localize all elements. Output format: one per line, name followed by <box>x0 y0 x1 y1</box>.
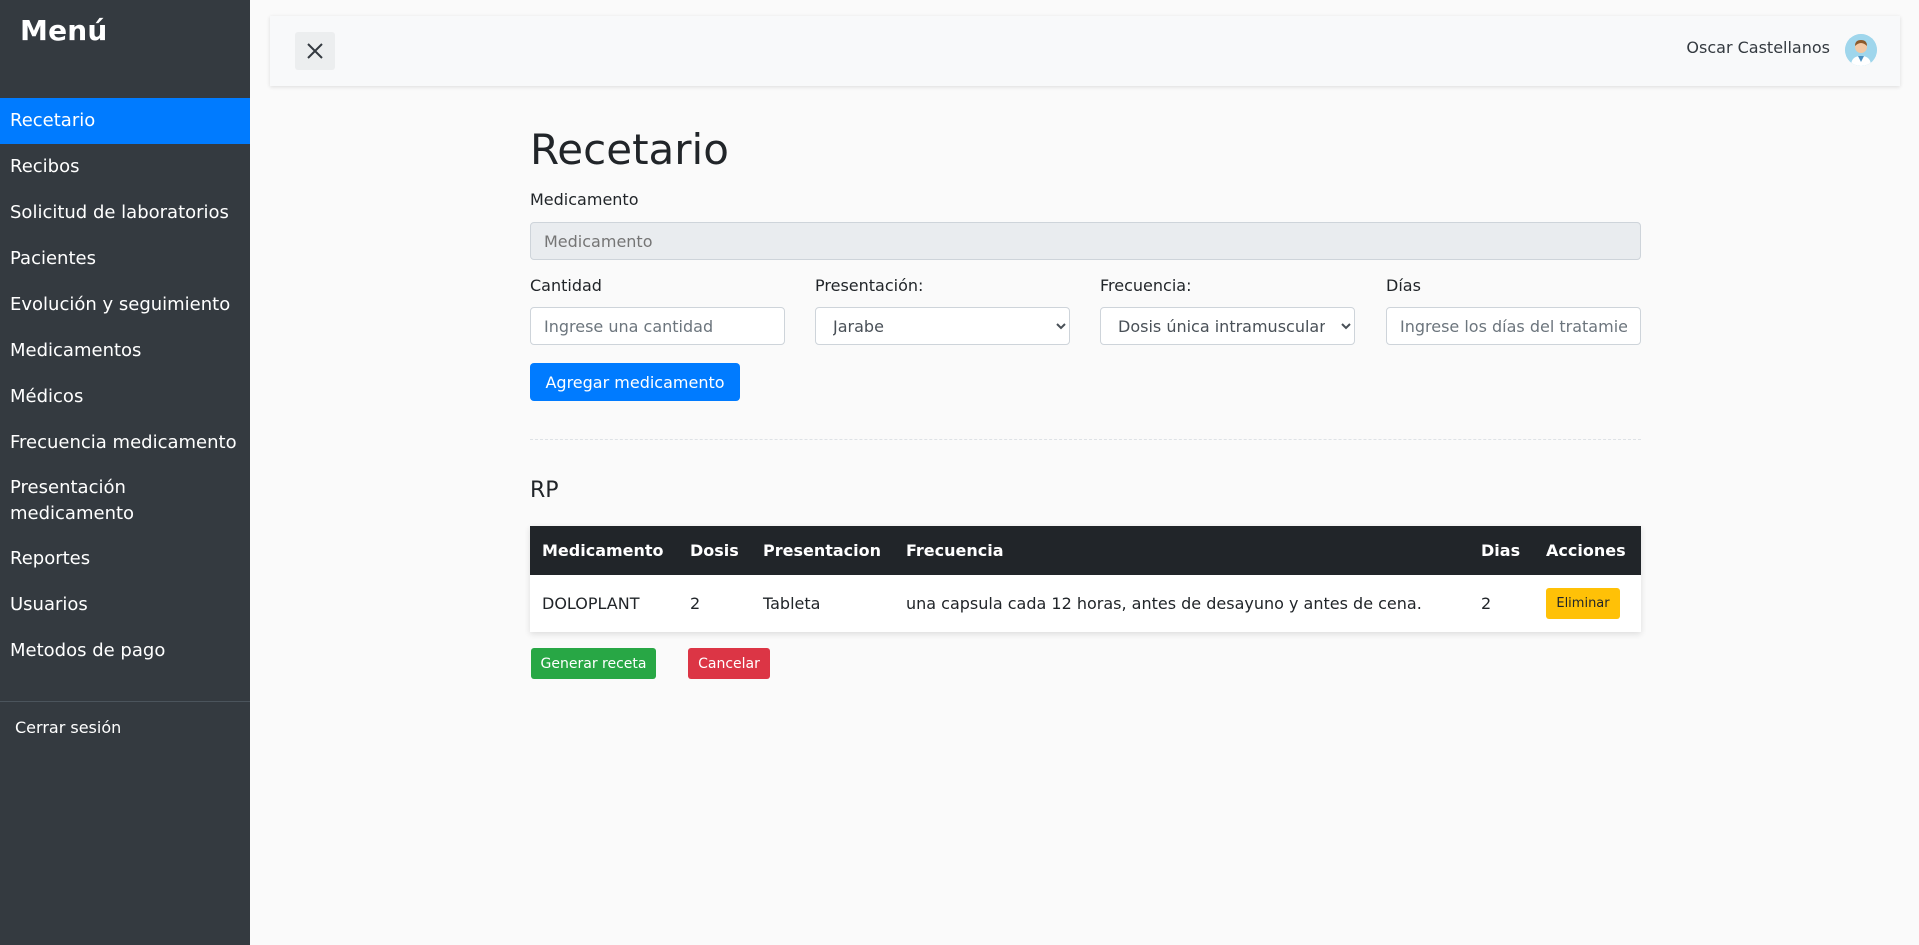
frecuencia-select[interactable]: Dosis única intramuscular <box>1100 307 1355 345</box>
frecuencia-field: Frecuencia: Dosis única intramuscular <box>1100 276 1355 345</box>
col-medicamento: Medicamento <box>530 526 678 575</box>
cantidad-input[interactable] <box>530 307 785 345</box>
cantidad-field: Cantidad <box>530 276 785 345</box>
generar-receta-button[interactable]: Generar receta <box>531 648 656 679</box>
form-row: Cantidad Presentación: Jarabe Frecuencia… <box>530 276 1641 346</box>
cell-acciones: Eliminar <box>1534 575 1641 632</box>
sidebar: Menú Recetario Recibos Solicitud de labo… <box>0 0 250 945</box>
sidebar-divider <box>0 701 250 702</box>
add-medicamento-button[interactable]: Agregar medicamento <box>530 363 740 401</box>
col-presentacion: Presentacion <box>751 526 894 575</box>
sidebar-item-recetario[interactable]: Recetario <box>0 98 250 144</box>
cell-medicamento: DOLOPLANT <box>530 575 678 632</box>
dias-label: Días <box>1386 276 1421 295</box>
cancelar-button[interactable]: Cancelar <box>688 648 770 679</box>
cell-dias: 2 <box>1469 575 1534 632</box>
medicamento-input[interactable] <box>530 222 1641 260</box>
rp-title: RP <box>530 478 559 503</box>
avatar[interactable] <box>1845 34 1877 66</box>
eliminar-button[interactable]: Eliminar <box>1546 588 1620 619</box>
sidebar-item-pacientes[interactable]: Pacientes <box>0 236 250 282</box>
topbar: Oscar Castellanos <box>270 16 1900 86</box>
presentacion-label: Presentación: <box>815 276 924 295</box>
close-sidebar-button[interactable] <box>295 32 335 70</box>
table-header-row: Medicamento Dosis Presentacion Frecuenci… <box>530 526 1641 575</box>
sidebar-item-usuarios[interactable]: Usuarios <box>0 582 250 628</box>
dias-field: Días <box>1386 276 1641 345</box>
sidebar-item-presentacion[interactable]: Presentación medicamento <box>0 466 190 536</box>
sidebar-item-metodos-pago[interactable]: Metodos de pago <box>0 628 250 674</box>
col-frecuencia: Frecuencia <box>894 526 1469 575</box>
col-dias: Dias <box>1469 526 1534 575</box>
sidebar-item-medicamentos[interactable]: Medicamentos <box>0 328 250 374</box>
section-divider <box>530 439 1641 440</box>
sidebar-nav: Recetario Recibos Solicitud de laborator… <box>0 98 250 674</box>
col-acciones: Acciones <box>1534 526 1641 575</box>
frecuencia-label: Frecuencia: <box>1100 276 1192 295</box>
cantidad-label: Cantidad <box>530 276 602 295</box>
medicamento-label: Medicamento <box>530 190 639 209</box>
cell-dosis: 2 <box>678 575 751 632</box>
sidebar-item-evolucion[interactable]: Evolución y seguimiento <box>0 282 250 328</box>
sidebar-item-recibos[interactable]: Recibos <box>0 144 250 190</box>
presentacion-field: Presentación: Jarabe <box>815 276 1070 345</box>
col-dosis: Dosis <box>678 526 751 575</box>
presentacion-select[interactable]: Jarabe <box>815 307 1070 345</box>
sidebar-title: Menú <box>20 14 108 47</box>
rp-table: Medicamento Dosis Presentacion Frecuenci… <box>530 526 1641 632</box>
table-row: DOLOPLANT 2 Tableta una capsula cada 12 … <box>530 575 1641 632</box>
logout-link[interactable]: Cerrar sesión <box>15 718 121 737</box>
doctor-avatar-icon <box>1845 34 1877 66</box>
sidebar-item-reportes[interactable]: Reportes <box>0 536 250 582</box>
user-name[interactable]: Oscar Castellanos <box>1686 38 1830 57</box>
cell-presentacion: Tableta <box>751 575 894 632</box>
sidebar-item-solicitud-laboratorios[interactable]: Solicitud de laboratorios <box>0 190 250 236</box>
main-content: Recetario Medicamento Cantidad Presentac… <box>530 120 1641 679</box>
page-title: Recetario <box>530 125 729 174</box>
cell-frecuencia: una capsula cada 12 horas, antes de desa… <box>894 575 1469 632</box>
close-icon <box>307 43 323 59</box>
sidebar-item-frecuencia[interactable]: Frecuencia medicamento <box>0 420 250 466</box>
sidebar-item-medicos[interactable]: Médicos <box>0 374 250 420</box>
dias-input[interactable] <box>1386 307 1641 345</box>
